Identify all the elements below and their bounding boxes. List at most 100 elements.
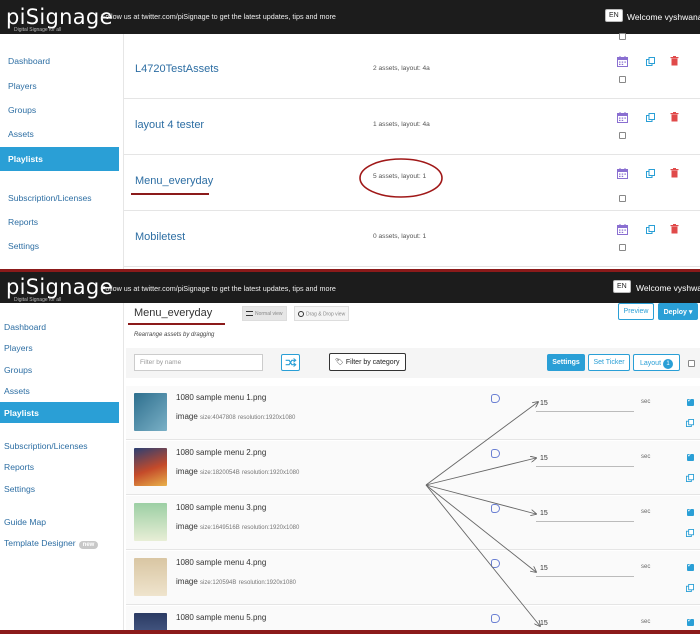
brand-logo[interactable]: piSignage bbox=[6, 275, 113, 299]
asset-checkbox[interactable] bbox=[687, 561, 694, 571]
normal-view-button[interactable]: Normal view bbox=[242, 306, 287, 321]
select-all-checkbox[interactable] bbox=[688, 360, 695, 367]
asset-info: image size:1649516B resolution:1920x1080 bbox=[176, 522, 299, 531]
filter-input[interactable]: Filter by name bbox=[134, 354, 263, 371]
copy-icon[interactable] bbox=[646, 113, 655, 122]
link-icon[interactable] bbox=[491, 449, 500, 458]
duration-input[interactable]: 15 bbox=[536, 561, 634, 577]
asset-row[interactable]: 1080 sample menu 2.png image size:182005… bbox=[126, 441, 700, 495]
copy-icon[interactable] bbox=[686, 584, 694, 592]
annotation-underline bbox=[128, 323, 225, 325]
row-checkbox[interactable] bbox=[619, 33, 626, 40]
language-button[interactable]: EN bbox=[613, 280, 631, 293]
duration-input[interactable]: 15 bbox=[536, 506, 634, 522]
sidebar-item-dashboard[interactable]: Dashboard bbox=[8, 56, 50, 66]
calendar-icon[interactable] bbox=[617, 56, 628, 67]
duration-input[interactable]: 15 bbox=[536, 451, 634, 467]
row-checkbox[interactable] bbox=[619, 132, 626, 139]
playlist-name-link[interactable]: layout 4 tester bbox=[135, 119, 204, 131]
brand-logo[interactable]: piSignage bbox=[6, 5, 113, 29]
copy-icon[interactable] bbox=[686, 474, 694, 482]
asset-checkbox[interactable] bbox=[687, 616, 694, 626]
sidebar-item-reports[interactable]: Reports bbox=[4, 462, 34, 472]
filter-by-category-button[interactable]: 🏷 Filter by category bbox=[329, 353, 406, 371]
asset-row[interactable]: 1080 sample menu 1.png image size:404780… bbox=[126, 386, 700, 440]
trash-icon[interactable] bbox=[670, 56, 679, 66]
playlist-description: 2 assets, layout: 4a bbox=[373, 65, 430, 72]
asset-row[interactable]: 1080 sample menu 4.png image size:120594… bbox=[126, 551, 700, 605]
asset-thumbnail bbox=[134, 448, 167, 486]
welcome-user[interactable]: Welcome vyshwanara bbox=[627, 12, 700, 22]
asset-size: size:120594B bbox=[200, 580, 237, 586]
calendar-icon[interactable] bbox=[617, 112, 628, 123]
sidebar-item-groups[interactable]: Groups bbox=[8, 105, 36, 115]
playlist-title: Menu_everyday bbox=[134, 307, 213, 319]
playlist-name-link[interactable]: Menu_everyday bbox=[135, 175, 213, 187]
sidebar-item-template-designer[interactable]: Template Designer new bbox=[4, 538, 99, 549]
sidebar-item-assets[interactable]: Assets bbox=[8, 129, 34, 139]
asset-name: 1080 sample menu 5.png bbox=[176, 613, 267, 622]
row-checkbox[interactable] bbox=[619, 76, 626, 83]
annotation-underline bbox=[131, 193, 209, 195]
duration-unit: sec bbox=[641, 619, 651, 625]
asset-checkbox[interactable] bbox=[687, 451, 694, 461]
shuffle-icon[interactable] bbox=[281, 354, 300, 371]
welcome-user[interactable]: Welcome vyshwa bbox=[636, 283, 700, 293]
calendar-icon[interactable] bbox=[617, 168, 628, 179]
rearrange-hint: Rearrange assets by dragging bbox=[134, 332, 215, 338]
asset-checkbox[interactable] bbox=[687, 506, 694, 516]
list-icon bbox=[246, 311, 253, 317]
copy-icon[interactable] bbox=[646, 225, 655, 234]
link-icon[interactable] bbox=[491, 394, 500, 403]
deploy-button[interactable]: Deploy ▾ bbox=[658, 303, 698, 320]
sidebar-item-subscription[interactable]: Subscription/Licenses bbox=[4, 441, 88, 451]
drag-drop-view-label: Drag & Drop view bbox=[306, 311, 346, 318]
sidebar-item-players[interactable]: Players bbox=[8, 81, 37, 91]
sidebar-item-playlists[interactable]: Playlists bbox=[0, 147, 119, 171]
tagline: Follow us at twitter.com/piSignage to ge… bbox=[101, 12, 336, 21]
trash-icon[interactable] bbox=[670, 224, 679, 234]
brand-subtitle: Digital Signage for all bbox=[14, 27, 62, 33]
layout-button[interactable]: Layout 1 bbox=[633, 354, 680, 371]
asset-type: image bbox=[176, 577, 198, 586]
sidebar-item-settings[interactable]: Settings bbox=[8, 241, 39, 251]
row-checkbox[interactable] bbox=[619, 195, 626, 202]
normal-view-label: Normal view bbox=[255, 311, 283, 317]
asset-checkbox[interactable] bbox=[687, 396, 694, 406]
sidebar-item-playlists[interactable]: Playlists bbox=[0, 402, 119, 423]
sidebar-item-subscription[interactable]: Subscription/Licenses bbox=[8, 193, 92, 203]
preview-button[interactable]: Preview bbox=[618, 303, 654, 320]
sidebar: Dashboard Players Groups Assets Playlist… bbox=[0, 303, 124, 634]
copy-icon[interactable] bbox=[686, 529, 694, 537]
duration-input[interactable]: 15 bbox=[536, 396, 634, 412]
row-checkbox[interactable] bbox=[619, 244, 626, 251]
language-button[interactable]: EN bbox=[605, 9, 623, 22]
asset-thumbnail bbox=[134, 393, 167, 431]
duration-unit: sec bbox=[641, 509, 651, 515]
set-ticker-button[interactable]: Set Ticker bbox=[588, 354, 630, 371]
sidebar-item-assets[interactable]: Assets bbox=[4, 386, 30, 396]
trash-icon[interactable] bbox=[670, 168, 679, 178]
copy-icon[interactable] bbox=[686, 419, 694, 427]
settings-button[interactable]: Settings bbox=[547, 354, 585, 371]
copy-icon[interactable] bbox=[646, 57, 655, 66]
sidebar-item-settings[interactable]: Settings bbox=[4, 484, 35, 494]
playlist-name-link[interactable]: L4720TestAssets bbox=[135, 63, 219, 75]
sidebar-item-groups[interactable]: Groups bbox=[4, 365, 32, 375]
trash-icon[interactable] bbox=[670, 112, 679, 122]
asset-row[interactable]: 1080 sample menu 3.png image size:164951… bbox=[126, 496, 700, 550]
drag-drop-view-button[interactable]: Drag & Drop view bbox=[294, 306, 350, 321]
sidebar-item-reports[interactable]: Reports bbox=[8, 217, 38, 227]
link-icon[interactable] bbox=[491, 504, 500, 513]
copy-icon[interactable] bbox=[646, 169, 655, 178]
sidebar-item-guide-map[interactable]: Guide Map bbox=[4, 517, 46, 527]
asset-info: image size:1820054B resolution:1920x1080 bbox=[176, 467, 299, 476]
hand-icon bbox=[298, 311, 304, 317]
sidebar-item-dashboard[interactable]: Dashboard bbox=[4, 322, 46, 332]
layout-count-badge: 1 bbox=[662, 359, 673, 369]
calendar-icon[interactable] bbox=[617, 224, 628, 235]
link-icon[interactable] bbox=[491, 614, 500, 623]
link-icon[interactable] bbox=[491, 559, 500, 568]
playlist-name-link[interactable]: Mobiletest bbox=[135, 231, 185, 243]
sidebar-item-players[interactable]: Players bbox=[4, 343, 33, 353]
